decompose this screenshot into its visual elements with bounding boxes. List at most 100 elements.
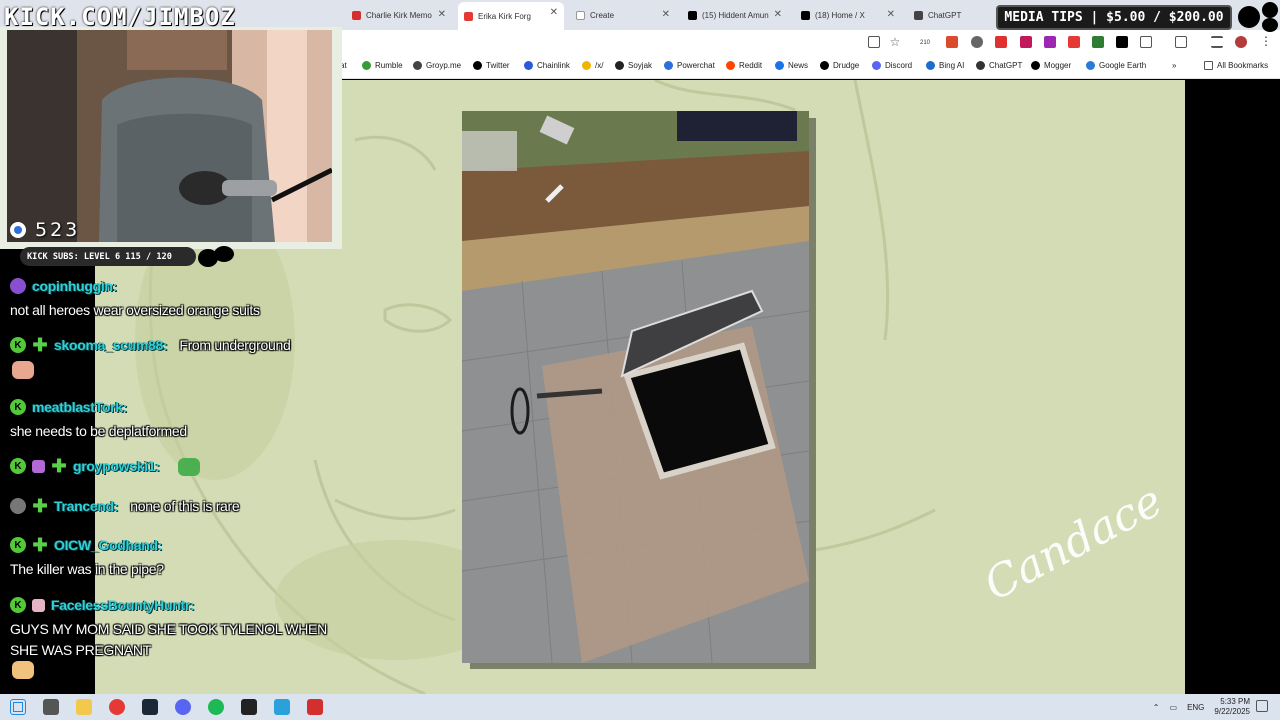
puzzle-icon[interactable] bbox=[1140, 36, 1152, 48]
language-indicator[interactable]: ENG bbox=[1187, 703, 1204, 712]
bookmarks-overflow-icon[interactable]: » bbox=[1172, 61, 1176, 70]
badge-icon bbox=[10, 278, 26, 294]
extension-badge[interactable]: 210 bbox=[920, 40, 930, 46]
video-player[interactable] bbox=[462, 111, 809, 663]
chat-username[interactable]: Trancend: bbox=[54, 498, 119, 514]
bookmark-label: Google Earth bbox=[1099, 61, 1147, 70]
tab-favicon-icon bbox=[688, 10, 697, 20]
bookmark-item[interactable]: News bbox=[775, 61, 808, 70]
browser-tab[interactable]: Create ✕ bbox=[570, 4, 676, 26]
tab-close-icon[interactable]: ✕ bbox=[662, 9, 670, 20]
bookmark-label: Drudge bbox=[833, 61, 860, 70]
tab-close-icon[interactable]: ✕ bbox=[774, 9, 782, 20]
bookmark-item[interactable]: Reddit bbox=[726, 61, 762, 70]
viewer-count-value: 523 bbox=[35, 219, 81, 241]
obs-icon[interactable] bbox=[241, 699, 257, 715]
bookmark-favicon-icon bbox=[524, 61, 533, 70]
steam-icon[interactable] bbox=[142, 699, 158, 715]
tab-label: (15) Hiddent Amun bbox=[702, 10, 769, 20]
chat-message-text: not all heroes wear oversized orange sui… bbox=[10, 302, 260, 318]
x-icon[interactable] bbox=[1116, 36, 1128, 48]
app-icon[interactable] bbox=[307, 699, 323, 715]
chat-message: K ✚ OICW_Godhand: bbox=[10, 535, 162, 555]
chrome-icon[interactable] bbox=[109, 699, 125, 715]
extension-icon[interactable] bbox=[946, 36, 958, 48]
bookmark-item[interactable]: Soyjak bbox=[615, 61, 652, 70]
file-explorer-icon[interactable] bbox=[76, 699, 92, 715]
tab-close-icon[interactable]: ✕ bbox=[438, 9, 446, 20]
clover-badge-icon: ✚ bbox=[32, 334, 48, 355]
extension-icon[interactable] bbox=[995, 36, 1007, 48]
chat-message-text: GUYS MY MOM SAID SHE TOOK TYLENOL WHEN S… bbox=[10, 621, 327, 658]
menu-icon[interactable] bbox=[1211, 36, 1223, 48]
tab-label: Erika Kirk Forg bbox=[478, 11, 531, 21]
tray-chevron-icon[interactable]: ⌃ bbox=[1153, 703, 1160, 712]
bookmark-item[interactable]: Drudge bbox=[820, 61, 859, 70]
system-tray: ⌃ ▭ ENG 5:33 PM 9/22/2025 bbox=[1153, 697, 1250, 717]
chat-username[interactable]: groypowski1: bbox=[73, 458, 160, 474]
browser-tab[interactable]: Erika Kirk Forg ✕ bbox=[458, 2, 564, 30]
browser-tab[interactable]: (15) Hiddent Amun ✕ bbox=[682, 4, 788, 26]
bookmark-item[interactable]: Bing AI bbox=[926, 61, 964, 70]
profile-avatar[interactable] bbox=[1235, 36, 1247, 48]
kick-badge-icon: K bbox=[10, 537, 26, 553]
all-bookmarks-button[interactable]: All Bookmarks bbox=[1204, 61, 1268, 70]
bookmark-item[interactable]: Discord bbox=[872, 61, 912, 70]
bookmark-item[interactable]: Rumble bbox=[362, 61, 403, 70]
bookmark-label: Chainlink bbox=[537, 61, 570, 70]
tab-favicon-icon bbox=[801, 10, 810, 20]
bookmark-favicon-icon bbox=[976, 61, 985, 70]
chat-username[interactable]: OICW_Godhand: bbox=[54, 537, 162, 553]
chat-panel: copinhuggin: not all heroes wear oversize… bbox=[0, 266, 340, 694]
bookmark-item[interactable]: /x/ bbox=[582, 61, 603, 70]
star-icon[interactable]: ☆ bbox=[889, 36, 901, 48]
bookmark-label: Twitter bbox=[486, 61, 510, 70]
tab-close-icon[interactable]: ✕ bbox=[550, 7, 558, 18]
install-icon[interactable] bbox=[868, 36, 880, 48]
start-icon[interactable] bbox=[10, 699, 26, 715]
bookmark-favicon-icon bbox=[615, 61, 624, 70]
browser-tab[interactable]: Charlie Kirk Memo ✕ bbox=[346, 4, 452, 26]
browser-tab[interactable]: (18) Home / X ✕ bbox=[795, 4, 901, 26]
bookmark-item[interactable]: Twitter bbox=[473, 61, 510, 70]
bookmark-label: Mogger bbox=[1044, 61, 1072, 70]
chat-message-text: The killer was in the pipe? bbox=[10, 561, 164, 577]
chat-username[interactable]: meatblastTork: bbox=[32, 399, 127, 415]
badge-icon bbox=[10, 498, 26, 514]
bookmark-item[interactable]: ChatGPT bbox=[976, 61, 1022, 70]
bookmark-item[interactable]: Powerchat bbox=[664, 61, 715, 70]
kick-badge-icon: K bbox=[10, 337, 26, 353]
bookmark-label: Powerchat bbox=[677, 61, 715, 70]
notification-icon[interactable] bbox=[1256, 700, 1268, 712]
browser-tab[interactable]: ChatGPT bbox=[908, 4, 988, 26]
extension-icon[interactable] bbox=[1044, 36, 1056, 48]
discord-icon[interactable] bbox=[175, 699, 191, 715]
bookmark-item[interactable]: Google Earth bbox=[1086, 61, 1146, 70]
tab-favicon-icon bbox=[576, 10, 585, 20]
shield-icon[interactable] bbox=[971, 36, 983, 48]
bookmark-label: Discord bbox=[885, 61, 913, 70]
bookmark-item[interactable]: Groyp.me bbox=[413, 61, 461, 70]
telegram-icon[interactable] bbox=[274, 699, 290, 715]
chat-username[interactable]: FacelessBountyHuntr: bbox=[51, 597, 195, 613]
extension-icon[interactable] bbox=[1068, 36, 1080, 48]
chat-emote-icon bbox=[12, 361, 34, 379]
extension-icon[interactable] bbox=[1092, 36, 1104, 48]
more-icon[interactable]: ⋮ bbox=[1260, 35, 1272, 48]
overlay-blob bbox=[1262, 2, 1278, 18]
task-view-icon[interactable] bbox=[43, 699, 59, 715]
network-icon[interactable]: ▭ bbox=[1170, 703, 1178, 712]
folder-icon bbox=[1204, 61, 1213, 70]
sidebar-icon[interactable] bbox=[1175, 36, 1187, 48]
tab-favicon-icon bbox=[914, 10, 923, 20]
extension-icon[interactable] bbox=[1020, 36, 1032, 48]
chat-username[interactable]: copinhuggin: bbox=[32, 278, 117, 294]
bookmark-item[interactable]: Chainlink bbox=[524, 61, 570, 70]
bookmark-favicon-icon bbox=[872, 61, 881, 70]
chat-username[interactable]: skooma_scum88: bbox=[54, 337, 168, 353]
tab-close-icon[interactable]: ✕ bbox=[887, 9, 895, 20]
spotify-icon[interactable] bbox=[208, 699, 224, 715]
bookmark-item[interactable]: Mogger bbox=[1031, 61, 1071, 70]
clock[interactable]: 5:33 PM 9/22/2025 bbox=[1214, 697, 1250, 717]
bookmark-label: Soyjak bbox=[628, 61, 653, 70]
